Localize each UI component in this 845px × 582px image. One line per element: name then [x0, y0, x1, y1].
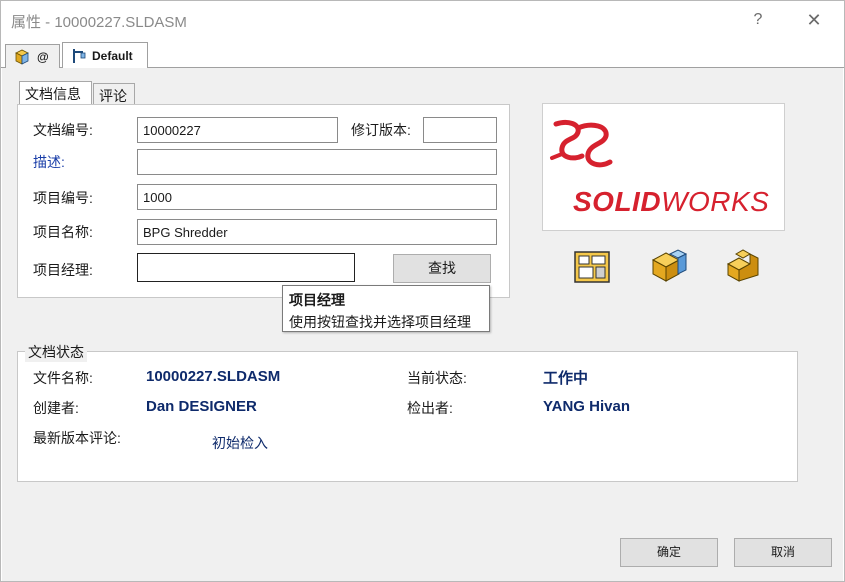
project-manager-label: 项目经理:: [33, 262, 93, 278]
tooltip-body: 使用按钮查找并选择项目经理: [289, 314, 471, 330]
close-button[interactable]: ✕: [797, 5, 831, 35]
file-name-value: 10000227.SLDASM: [146, 368, 281, 385]
checked-out-value: YANG Hivan: [543, 398, 630, 415]
tab-config-at[interactable]: @: [5, 44, 60, 68]
part-icon: [726, 249, 759, 282]
project-name-field[interactable]: BPG Shredder: [137, 219, 497, 245]
doc-number-label: 文档编号:: [33, 122, 93, 138]
current-state-label: 当前状态:: [407, 370, 467, 386]
creator-value: Dan DESIGNER: [146, 398, 257, 415]
current-state-value: 工作中: [543, 370, 589, 387]
project-name-label: 项目名称:: [33, 224, 93, 240]
latest-comment-label: 最新版本评论:: [33, 430, 121, 446]
title-bar: 属性 - 10000227.SLDASM ? ✕: [1, 1, 844, 41]
creator-label: 创建者:: [33, 400, 79, 416]
tab-comments[interactable]: 评论: [93, 83, 135, 105]
configuration-tab-bar: @ Default: [1, 41, 844, 69]
description-label[interactable]: 描述:: [33, 152, 65, 172]
revision-label: 修订版本:: [351, 122, 411, 138]
file-name-label: 文件名称:: [33, 370, 93, 386]
logo-solid: SOLID: [573, 186, 662, 217]
solidworks-logo: SOLIDWORKS: [542, 103, 785, 231]
checked-out-label: 检出者:: [407, 400, 453, 416]
project-manager-field[interactable]: [137, 253, 355, 282]
tab-document-info[interactable]: 文档信息: [19, 81, 92, 105]
tooltip-title: 项目经理: [289, 292, 345, 308]
description-field[interactable]: [137, 149, 497, 175]
cancel-button[interactable]: 取消: [734, 538, 832, 567]
revision-field[interactable]: [423, 117, 497, 143]
logo-works: WORKS: [661, 186, 770, 217]
tab-config-at-label: @: [37, 49, 49, 64]
tooltip: 项目经理 使用按钮查找并选择项目经理: [282, 285, 490, 332]
ds-logo-icon: [550, 119, 613, 168]
latest-comment-value: 初始检入: [212, 435, 268, 451]
search-button[interactable]: 查找: [393, 254, 491, 283]
assembly-icon: [15, 49, 29, 65]
ok-button[interactable]: 确定: [620, 538, 718, 567]
logo-wordmark: SOLIDWORKS: [573, 186, 769, 218]
tab-config-default[interactable]: Default: [62, 42, 148, 69]
properties-dialog: 属性 - 10000227.SLDASM ? ✕ @ Default 文档信息 …: [0, 0, 845, 582]
project-number-label: 项目编号:: [33, 190, 93, 206]
help-button[interactable]: ?: [741, 5, 775, 35]
document-status-title: 文档状态: [25, 342, 87, 362]
project-number-field[interactable]: 1000: [137, 184, 497, 210]
window-title: 属性 - 10000227.SLDASM: [11, 14, 187, 31]
tab-config-default-label: Default: [92, 49, 133, 63]
drawing-icon: [574, 251, 610, 283]
assembly-icon: [651, 249, 688, 282]
doc-number-field[interactable]: 10000227: [137, 117, 338, 143]
configuration-icon: [73, 49, 86, 63]
